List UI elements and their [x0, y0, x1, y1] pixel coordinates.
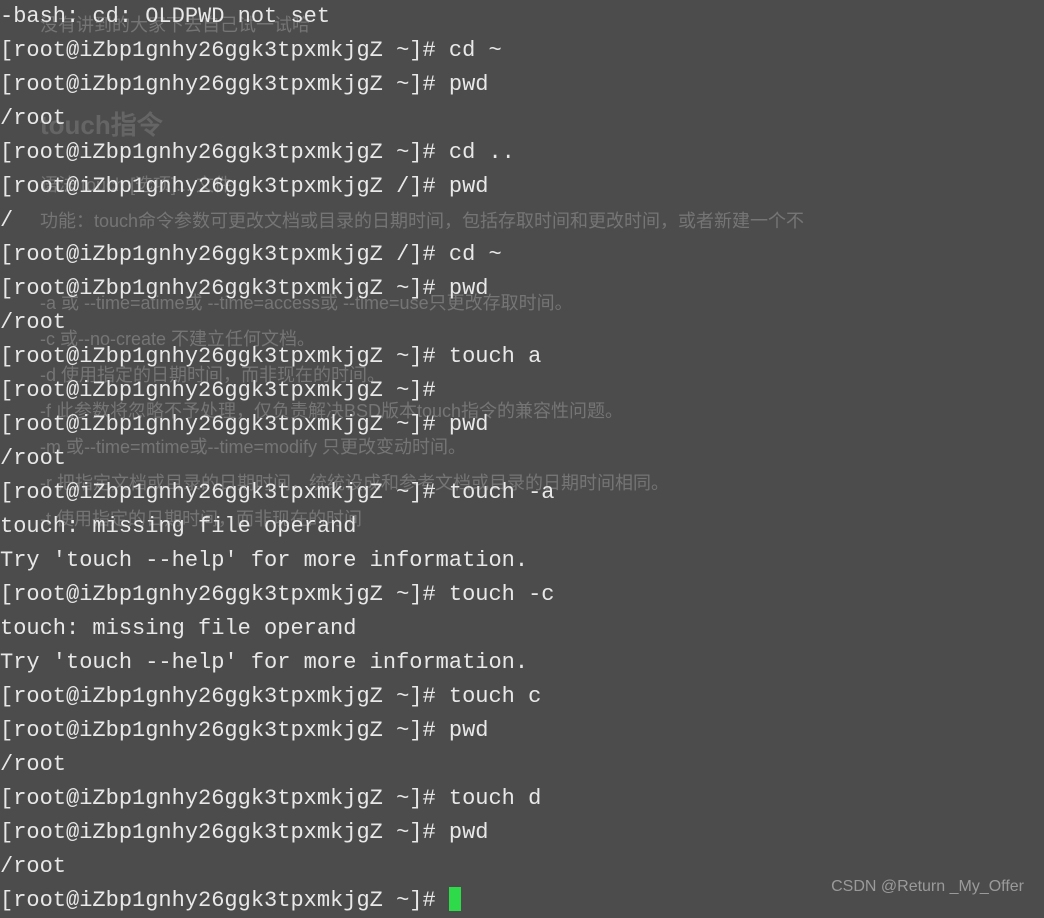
- terminal-line: [root@iZbp1gnhy26ggk3tpxmkjgZ ~]# touch …: [0, 782, 1044, 816]
- terminal-line: [root@iZbp1gnhy26ggk3tpxmkjgZ ~]# pwd: [0, 408, 1044, 442]
- terminal-line: touch: missing file operand: [0, 612, 1044, 646]
- terminal-line: [root@iZbp1gnhy26ggk3tpxmkjgZ /]# cd ~: [0, 238, 1044, 272]
- terminal-line: [root@iZbp1gnhy26ggk3tpxmkjgZ ~]# pwd: [0, 816, 1044, 850]
- terminal-prompt: [root@iZbp1gnhy26ggk3tpxmkjgZ ~]#: [0, 888, 449, 913]
- terminal-line: [root@iZbp1gnhy26ggk3tpxmkjgZ ~]# touch …: [0, 340, 1044, 374]
- terminal-line: [root@iZbp1gnhy26ggk3tpxmkjgZ ~]# cd ~: [0, 34, 1044, 68]
- terminal-line: Try 'touch --help' for more information.: [0, 646, 1044, 680]
- watermark: CSDN @Return _My_Offer: [831, 870, 1024, 904]
- terminal-line: [root@iZbp1gnhy26ggk3tpxmkjgZ ~]# pwd: [0, 68, 1044, 102]
- terminal-line: [root@iZbp1gnhy26ggk3tpxmkjgZ ~]# touch …: [0, 476, 1044, 510]
- terminal-line: Try 'touch --help' for more information.: [0, 544, 1044, 578]
- cursor-icon: [449, 887, 461, 911]
- terminal-line: /root: [0, 306, 1044, 340]
- terminal-line: [root@iZbp1gnhy26ggk3tpxmkjgZ ~]# pwd: [0, 714, 1044, 748]
- terminal-line: /: [0, 204, 1044, 238]
- terminal-line: [root@iZbp1gnhy26ggk3tpxmkjgZ ~]#: [0, 374, 1044, 408]
- terminal-line: [root@iZbp1gnhy26ggk3tpxmkjgZ /]# pwd: [0, 170, 1044, 204]
- terminal-line: touch: missing file operand: [0, 510, 1044, 544]
- terminal-line: /root: [0, 748, 1044, 782]
- terminal-line: [root@iZbp1gnhy26ggk3tpxmkjgZ ~]# touch …: [0, 680, 1044, 714]
- terminal-line: [root@iZbp1gnhy26ggk3tpxmkjgZ ~]# touch …: [0, 578, 1044, 612]
- terminal-line: /root: [0, 442, 1044, 476]
- terminal-line: [root@iZbp1gnhy26ggk3tpxmkjgZ ~]# cd ..: [0, 136, 1044, 170]
- terminal-line: /root: [0, 102, 1044, 136]
- terminal-window[interactable]: -bash: cd: OLDPWD not set [root@iZbp1gnh…: [0, 0, 1044, 918]
- terminal-line: -bash: cd: OLDPWD not set: [0, 0, 1044, 34]
- terminal-line: [root@iZbp1gnhy26ggk3tpxmkjgZ ~]# pwd: [0, 272, 1044, 306]
